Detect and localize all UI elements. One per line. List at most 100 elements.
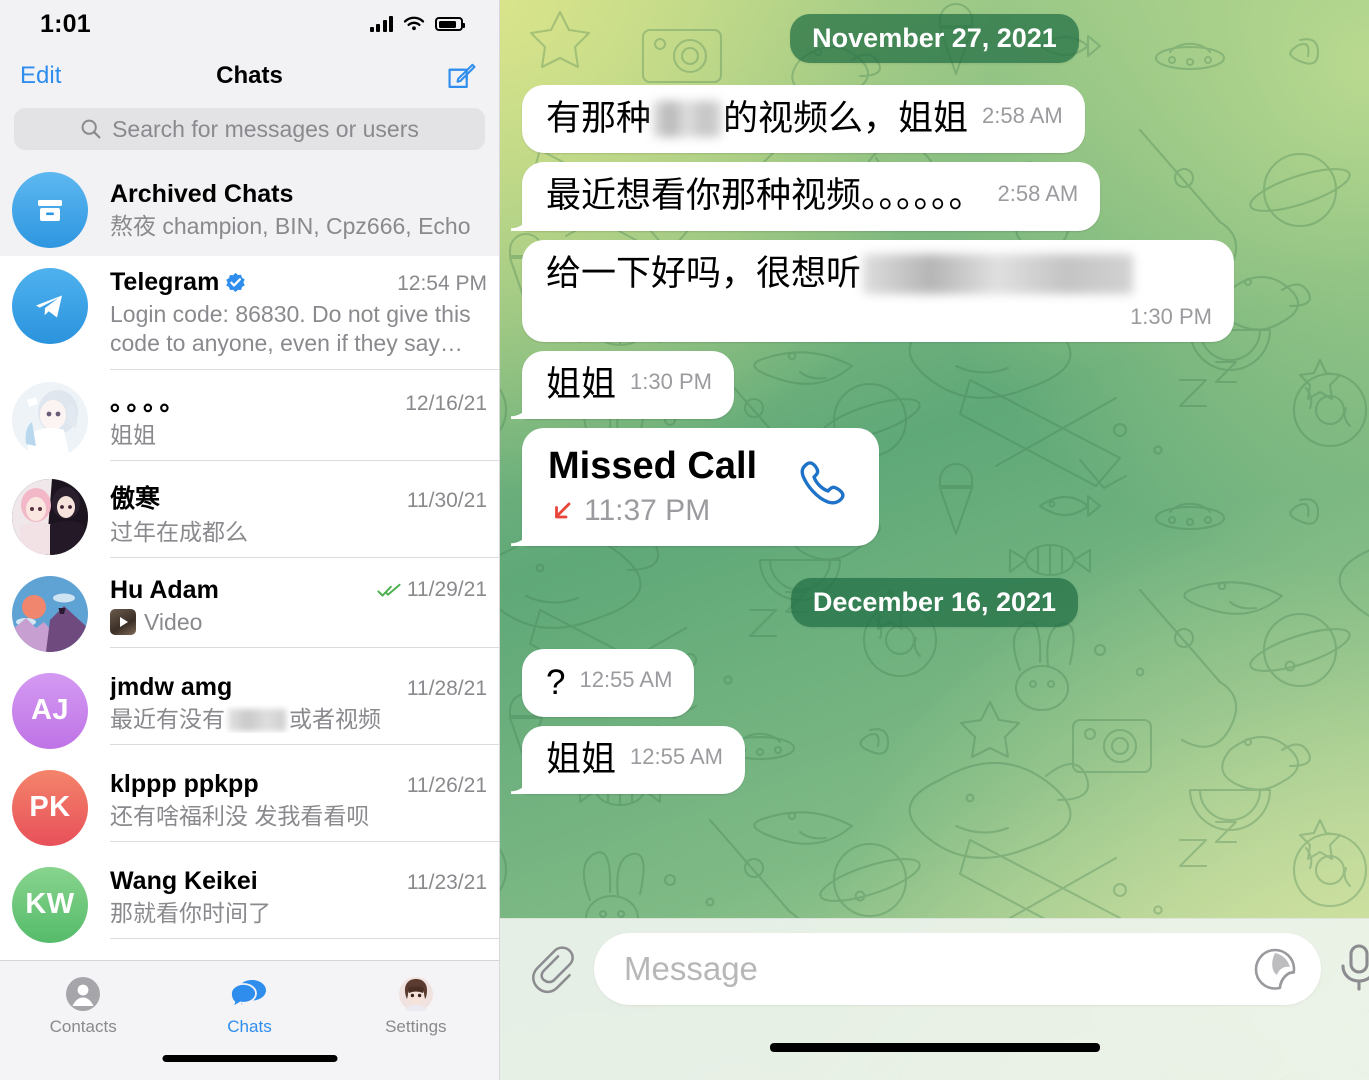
message-row: 给一下好吗，很想听 1:30 PM: [500, 239, 1369, 351]
edit-button[interactable]: Edit: [20, 62, 61, 90]
wang-row-body: Wang Keikei 11/23/21 那就看你时间了: [110, 867, 499, 940]
message-scroll-area[interactable]: November 27, 2021 有那种 的视频么，姐姐 2:58 AM 最近想看…: [500, 0, 1369, 918]
chat-preview: 过年在成都么: [110, 518, 248, 545]
message-bubble[interactable]: 给一下好吗，很想听 1:30 PM: [522, 239, 1234, 342]
chat-row-wang-keikei[interactable]: KW Wang Keikei 11/23/21 那就看你时间了: [0, 855, 499, 952]
incoming-missed-arrow-icon: [555, 502, 571, 519]
message-composer: Message: [500, 918, 1369, 1080]
chat-name: Hu Adam: [110, 575, 219, 604]
chat-row-aohan[interactable]: 傲寒 11/30/21 过年在成都么: [0, 467, 499, 564]
hu-adam-row-body: Hu Adam 11/29/21 Video: [110, 575, 499, 649]
chat-preview-before: 最近有没有: [110, 705, 225, 732]
date-separator: November 27, 2021: [790, 14, 1079, 63]
message-bubble[interactable]: 最近想看你那种视频。。。。。。 2:58 AM: [522, 162, 1101, 231]
message-text: 姐姐: [546, 740, 617, 780]
verified-badge-icon: [226, 272, 246, 292]
message-row: Missed Call 11:37 PM: [500, 428, 1369, 564]
message-input[interactable]: Message: [594, 933, 1321, 1005]
date-separator: December 16, 2021: [790, 577, 1079, 627]
chat-row-dots[interactable]: 。。。。 12/16/21 姐姐: [0, 370, 499, 467]
battery-icon: [435, 17, 465, 31]
chats-bubbles-icon: [230, 975, 268, 1013]
chat-list[interactable]: Archived Chats 熬夜 champion, BIN, Cpz666,…: [0, 164, 499, 960]
message-bubble[interactable]: 姐姐 1:30 PM: [522, 350, 734, 419]
avatar: [12, 381, 88, 458]
archived-row-body: Archived Chats 熬夜 champion, BIN, Cpz666,…: [110, 180, 487, 241]
page-title: Chats: [216, 62, 283, 89]
chat-row-hu-adam[interactable]: Hu Adam 11/29/21 Video: [0, 564, 499, 661]
tab-contacts[interactable]: Contacts: [0, 975, 166, 1037]
tab-chats[interactable]: Chats: [166, 975, 332, 1037]
tab-settings[interactable]: Settings: [333, 975, 499, 1037]
chat-row-telegram[interactable]: Telegram 12:54 PM Login code: 86830. Do …: [0, 256, 499, 370]
message-time: 1:30 PM: [630, 369, 712, 395]
message-row: 姐姐 1:30 PM: [500, 350, 1369, 428]
chat-preview: 熬夜 champion, BIN, Cpz666, Echo: [110, 212, 471, 239]
navigation-bar: Edit Chats: [0, 48, 499, 104]
message-row: 最近想看你那种视频。。。。。。 2:58 AM: [500, 162, 1369, 239]
contacts-person-icon: [65, 975, 101, 1013]
message-time: 2:58 AM: [982, 103, 1063, 129]
archive-glyph: [38, 200, 62, 221]
chat-preview: 姐姐: [110, 421, 156, 448]
conversation-panel: November 27, 2021 有那种 的视频么，姐姐 2:58 AM 最近想看…: [500, 0, 1369, 1080]
message-bubble[interactable]: 有那种 的视频么，姐姐 2:58 AM: [522, 85, 1085, 154]
chat-preview: Video: [144, 608, 203, 635]
message-time: 2:58 AM: [997, 180, 1079, 206]
search-icon: [81, 119, 101, 139]
avatar: [12, 478, 88, 555]
archive-box-icon: [12, 172, 88, 248]
chat-time: 11/29/21: [406, 578, 487, 601]
tab-label: Chats: [227, 1017, 272, 1036]
jmdw-row-body: jmdw amg 11/28/21 最近有没有 或者视频: [110, 672, 499, 746]
photo-anime-white-icon: [12, 381, 88, 458]
paperclip-icon[interactable]: [522, 940, 580, 998]
chat-name: 。。。。: [110, 387, 189, 416]
chat-preview-after: 或者视频: [289, 705, 381, 732]
home-indicator-left: [162, 1055, 337, 1062]
chat-row-jmdw-amg[interactable]: AJ jmdw amg 11/28/21 最近有没有 或者视频: [0, 661, 499, 758]
avatar: AJ: [12, 672, 88, 749]
message-bubble[interactable]: 姐姐 12:55 AM: [522, 726, 745, 795]
phone-icon[interactable]: [793, 456, 855, 518]
missed-call-bubble[interactable]: Missed Call 11:37 PM: [522, 428, 880, 546]
tab-label: Contacts: [49, 1017, 117, 1036]
search-input[interactable]: Search for messages or users: [14, 108, 485, 150]
avatar-initials: AJ: [30, 694, 70, 726]
search-placeholder: Search for messages or users: [112, 115, 419, 142]
message-text-before: 给一下好吗，很想听: [546, 253, 862, 293]
redacted-text-blur: [228, 709, 286, 732]
dots-row-body: 。。。。 12/16/21 姐姐: [110, 382, 499, 462]
avatar: [12, 575, 88, 652]
message-bubble[interactable]: ? 12:55 AM: [522, 648, 695, 718]
photo-anime-duo-icon: [12, 478, 88, 555]
chat-time: 12:54 PM: [397, 272, 487, 295]
chat-preview: 还有啥福利没 发我看看呗: [110, 802, 370, 829]
chat-time: 12/16/21: [405, 391, 487, 415]
telegram-ios-screen: 1:01 Edit Chats Search for messages or u…: [0, 0, 1369, 1080]
chat-list-panel: 1:01 Edit Chats Search for messages or u…: [0, 0, 500, 1080]
message-time: 12:55 AM: [630, 744, 723, 770]
compose-icon[interactable]: [445, 60, 477, 92]
chat-preview-container: Video: [110, 608, 487, 637]
chat-name: 傲寒: [110, 484, 161, 513]
sticker-icon[interactable]: [1251, 945, 1299, 993]
chat-time: 11/26/21: [406, 773, 487, 797]
chat-time: 11/28/21: [406, 676, 487, 700]
photo-landscape-icon: [12, 575, 88, 652]
wifi-icon: [403, 16, 425, 31]
message-text: 最近想看你那种视频。。。。。。: [546, 176, 984, 216]
chat-time: 11/23/21: [406, 870, 487, 894]
double-check-icon: [377, 583, 401, 597]
aohan-row-body: 傲寒 11/30/21 过年在成都么: [110, 479, 499, 559]
microphone-icon[interactable]: [1335, 938, 1369, 1001]
chat-row-klppp-ppkpp[interactable]: PK klppp ppkpp 11/26/21 还有啥福利没 发我看看呗: [0, 758, 499, 855]
redacted-text-blur: [653, 101, 722, 138]
message-row: 有那种 的视频么，姐姐 2:58 AM: [500, 85, 1369, 162]
chat-name: jmdw amg: [110, 672, 233, 701]
call-info: Missed Call 11:37 PM: [548, 445, 757, 528]
search-container: Search for messages or users: [0, 104, 499, 164]
tab-label: Settings: [385, 1017, 447, 1036]
chat-row-archived[interactable]: Archived Chats 熬夜 champion, BIN, Cpz666,…: [0, 164, 499, 256]
status-indicators: [369, 15, 465, 33]
